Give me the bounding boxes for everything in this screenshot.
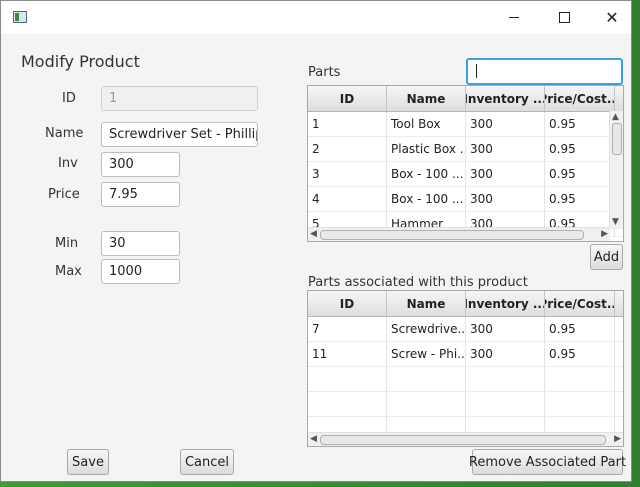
- cell-inventory: 300: [466, 342, 545, 366]
- empty-table-row: [308, 392, 623, 417]
- cell-name: Box - 100 ...: [387, 162, 466, 186]
- table-row[interactable]: 11 Screw - Phi... 300 0.95: [308, 342, 623, 367]
- inv-label: Inv: [58, 156, 78, 171]
- scroll-right-icon[interactable]: ▶: [614, 435, 621, 444]
- cell-inventory: 300: [466, 187, 545, 211]
- parts-table-header: ID Name Inventory ... Price/Cost...: [308, 86, 623, 112]
- price-field[interactable]: 7.95: [101, 182, 180, 207]
- add-part-button[interactable]: Add: [590, 244, 623, 270]
- modify-product-window: ✕ Modify Product ID 1 Name Screwdriver S…: [0, 0, 632, 482]
- cell-id: 4: [308, 187, 387, 211]
- parts-search-input[interactable]: [466, 58, 623, 85]
- parts-table[interactable]: ID Name Inventory ... Price/Cost... 1 To…: [307, 85, 624, 242]
- min-label: Min: [55, 236, 79, 251]
- maximize-button[interactable]: [541, 1, 587, 34]
- column-header-inventory[interactable]: Inventory ...: [466, 291, 545, 316]
- cell-price: 0.95: [545, 162, 615, 186]
- minimize-icon: [509, 17, 519, 18]
- cancel-button[interactable]: Cancel: [180, 449, 234, 475]
- cell-name: Tool Box: [387, 112, 466, 136]
- empty-table-row: [308, 367, 623, 392]
- cell-id: 2: [308, 137, 387, 161]
- cell-inventory: 300: [466, 112, 545, 136]
- id-label: ID: [62, 91, 76, 106]
- table-row[interactable]: 7 Screwdrive... 300 0.95: [308, 317, 623, 342]
- close-icon: ✕: [605, 8, 619, 27]
- associated-horizontal-scrollbar[interactable]: ◀ ▶: [308, 432, 623, 446]
- cell-price: 0.95: [545, 342, 615, 366]
- cell-id: 1: [308, 112, 387, 136]
- cell-name: Screwdrive...: [387, 317, 466, 341]
- cell-id: 3: [308, 162, 387, 186]
- inv-field[interactable]: 300: [101, 152, 180, 177]
- cell-name: Box - 100 ...: [387, 187, 466, 211]
- min-field[interactable]: 30: [101, 231, 180, 256]
- app-icon: [13, 11, 27, 23]
- cell-name: Screw - Phi...: [387, 342, 466, 366]
- maximize-icon: [558, 12, 570, 23]
- text-caret: [476, 64, 477, 78]
- parts-vertical-scrollbar[interactable]: ▲ ▼: [609, 111, 623, 229]
- cell-inventory: 300: [466, 317, 545, 341]
- name-label: Name: [45, 126, 84, 141]
- minimize-button[interactable]: [491, 1, 537, 34]
- price-label: Price: [48, 187, 80, 202]
- column-header-price[interactable]: Price/Cost...: [545, 86, 615, 111]
- cell-inventory: 300: [466, 137, 545, 161]
- cell-price: 0.95: [545, 137, 615, 161]
- cell-price: 0.95: [545, 112, 615, 136]
- column-header-id[interactable]: ID: [308, 86, 387, 111]
- column-header-inventory[interactable]: Inventory ...: [466, 86, 545, 111]
- title-bar: ✕: [1, 1, 631, 34]
- table-row[interactable]: 1 Tool Box 300 0.95: [308, 112, 623, 137]
- save-button[interactable]: Save: [67, 449, 109, 475]
- table-row[interactable]: 3 Box - 100 ... 300 0.95: [308, 162, 623, 187]
- scroll-up-icon[interactable]: ▲: [612, 113, 619, 122]
- column-header-name[interactable]: Name: [387, 291, 466, 316]
- scroll-down-icon[interactable]: ▼: [612, 218, 619, 227]
- cell-inventory: 300: [466, 162, 545, 186]
- scroll-right-icon[interactable]: ▶: [601, 230, 608, 239]
- id-field: 1: [101, 86, 258, 111]
- table-row[interactable]: 2 Plastic Box ... 300 0.95: [308, 137, 623, 162]
- max-field[interactable]: 1000: [101, 259, 180, 284]
- column-header-name[interactable]: Name: [387, 86, 466, 111]
- parts-horizontal-scroll-thumb[interactable]: [320, 230, 584, 240]
- max-label: Max: [55, 264, 82, 279]
- column-header-id[interactable]: ID: [308, 291, 387, 316]
- associated-parts-label: Parts associated with this product: [308, 275, 528, 290]
- parts-horizontal-scrollbar[interactable]: ◀ ▶: [308, 227, 610, 241]
- name-field[interactable]: Screwdriver Set - Phillips: [101, 122, 258, 147]
- close-button[interactable]: ✕: [589, 1, 635, 34]
- cell-id: 7: [308, 317, 387, 341]
- parts-vertical-scroll-thumb[interactable]: [612, 123, 622, 155]
- column-header-price[interactable]: Price/Cost...: [545, 291, 615, 316]
- cell-name: Plastic Box ...: [387, 137, 466, 161]
- associated-horizontal-scroll-thumb[interactable]: [320, 435, 606, 445]
- cell-price: 0.95: [545, 187, 615, 211]
- associated-table-header: ID Name Inventory ... Price/Cost...: [308, 291, 623, 317]
- parts-label: Parts: [308, 65, 341, 80]
- scroll-left-icon[interactable]: ◀: [310, 435, 317, 444]
- cell-id: 11: [308, 342, 387, 366]
- cell-price: 0.95: [545, 317, 615, 341]
- remove-associated-part-button[interactable]: Remove Associated Part: [469, 449, 626, 475]
- associated-parts-table[interactable]: ID Name Inventory ... Price/Cost... 7 Sc…: [307, 290, 624, 447]
- scroll-left-icon[interactable]: ◀: [310, 230, 317, 239]
- table-row[interactable]: 4 Box - 100 ... 300 0.95: [308, 187, 623, 212]
- page-title: Modify Product: [21, 52, 140, 71]
